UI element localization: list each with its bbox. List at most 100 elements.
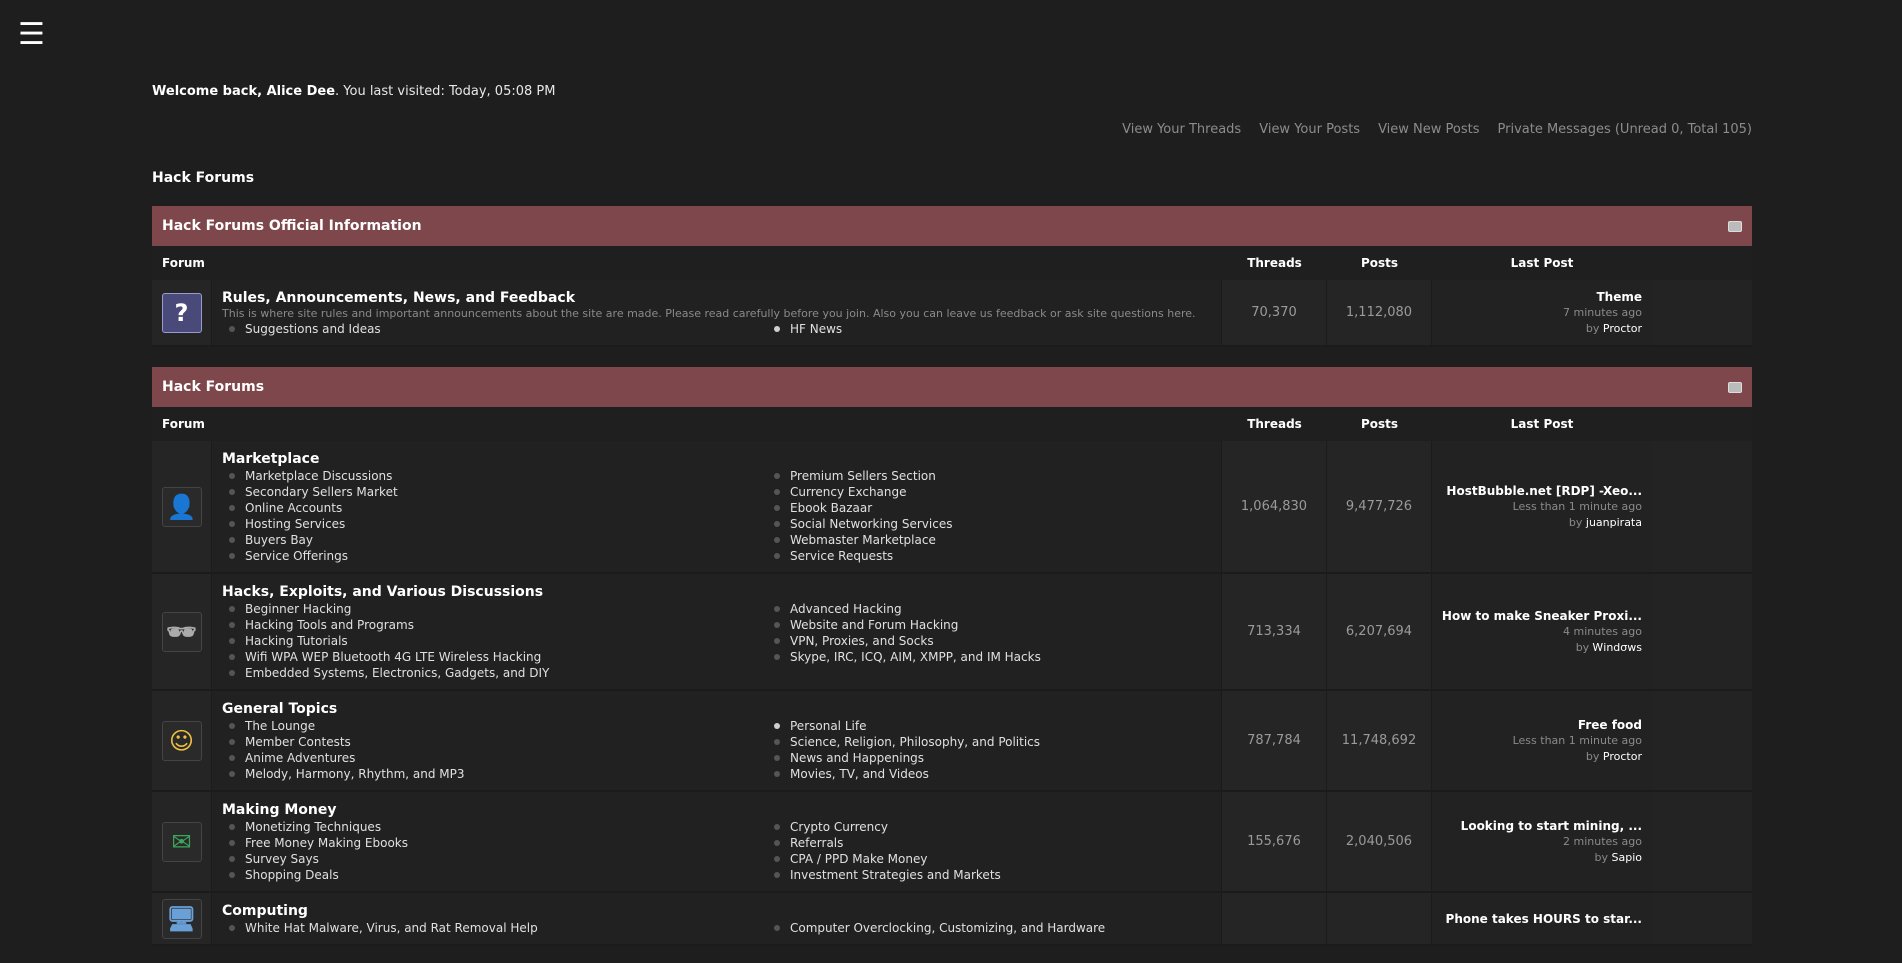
subforum-link[interactable]: Online Accounts [222, 500, 767, 516]
subforum-link[interactable]: White Hat Malware, Virus, and Rat Remova… [222, 920, 767, 936]
column-forum: Forum [162, 417, 205, 431]
forum-row: 🕶 Hacks, Exploits, and Various Discussion… [152, 574, 1752, 691]
subforum-link[interactable]: Embedded Systems, Electronics, Gadgets, … [222, 665, 767, 681]
thread-count: 1,064,830 [1222, 441, 1327, 572]
table-header-row: Forum Threads Posts Last Post [152, 407, 1752, 441]
forum-title[interactable]: General Topics [222, 701, 1211, 717]
subforum-link[interactable]: Service Requests [767, 548, 1212, 564]
last-post-title[interactable]: HostBubble.net [RDP] -Xeo... [1446, 483, 1642, 499]
breadcrumb[interactable]: Hack Forums [152, 170, 254, 186]
subforum-link[interactable]: Webmaster Marketplace [767, 532, 1212, 548]
forum-icon-cell: ? [152, 280, 212, 345]
subforum-link[interactable]: Website and Forum Hacking [767, 617, 1212, 633]
subforum-link[interactable]: The Lounge [222, 718, 767, 734]
subforum-link[interactable]: Advanced Hacking [767, 601, 1212, 617]
forum-icon-cell: 🖥 [152, 893, 212, 944]
last-post: HostBubble.net [RDP] -Xeo... Less than 1 … [1432, 441, 1652, 572]
column-last-post: Last Post [1510, 256, 1574, 270]
subforum-link[interactable]: Marketplace Discussions [222, 468, 767, 484]
forum-row: ☺ General Topics The Lounge Member Contests… [152, 691, 1752, 792]
last-post-username[interactable]: Sapio [1612, 851, 1643, 864]
forum-title[interactable]: Rules, Announcements, News, and Feedback [222, 290, 1211, 306]
forum-icon-cell: 👤 [152, 441, 212, 572]
subforum-link[interactable]: Skype, IRC, ICQ, AIM, XMPP, and IM Hacks [767, 649, 1212, 665]
subforum-link[interactable]: CPA / PPD Make Money [767, 851, 1212, 867]
last-post-username[interactable]: Proctor [1603, 750, 1642, 763]
category-header: Hack Forums Official Information [152, 206, 1752, 246]
forum-info: Marketplace Marketplace Discussions Second… [212, 441, 1222, 572]
view-your-threads-link[interactable]: View Your Threads [1122, 122, 1241, 137]
subforum-link[interactable]: Premium Sellers Section [767, 468, 1212, 484]
subforum-link[interactable]: Hacking Tools and Programs [222, 617, 767, 633]
welcome-greeting: Welcome back, Alice Dee [152, 84, 336, 99]
subforum-link[interactable]: Computer Overclocking, Customizing, and … [767, 920, 1212, 936]
view-new-posts-link[interactable]: View New Posts [1378, 122, 1479, 137]
collapse-icon[interactable] [1728, 381, 1742, 393]
subforum-link[interactable]: News and Happenings [767, 750, 1212, 766]
column-posts: Posts [1360, 256, 1399, 270]
post-count: 2,040,506 [1327, 792, 1432, 891]
subforum-link[interactable]: Hacking Tutorials [222, 633, 767, 649]
subforum-link[interactable]: Investment Strategies and Markets [767, 867, 1212, 883]
hamburger-icon[interactable]: ☰ [18, 20, 45, 50]
last-post: How to make Sneaker Proxi... 4 minutes ag… [1432, 574, 1652, 689]
subforum-link[interactable]: HF News [767, 321, 1212, 337]
last-post-title[interactable]: Looking to start mining, ... [1461, 818, 1642, 834]
subforum-link[interactable]: Science, Religion, Philosophy, and Polit… [767, 734, 1212, 750]
forum-row: ✉ Making Money Monetizing Techniques Free M… [152, 792, 1752, 893]
last-post-username[interactable]: Proctor [1603, 322, 1642, 335]
hacker-icon: 🕶 [161, 611, 202, 652]
last-post-author: by Proctor [1585, 749, 1642, 763]
collapse-icon[interactable] [1728, 220, 1742, 232]
subforum-link[interactable]: Social Networking Services [767, 516, 1212, 532]
subforum-list: Marketplace Discussions Secondary Sellers… [222, 468, 1211, 564]
subforum-link[interactable]: Buyers Bay [222, 532, 767, 548]
subforum-link[interactable]: Ebook Bazaar [767, 500, 1212, 516]
forum-title[interactable]: Hacks, Exploits, and Various Discussions [222, 584, 1211, 600]
column-last-post: Last Post [1510, 417, 1574, 431]
subforum-link[interactable]: Beginner Hacking [222, 601, 767, 617]
subforum-link[interactable]: Anime Adventures [222, 750, 767, 766]
subforum-link[interactable]: Crypto Currency [767, 819, 1212, 835]
last-post-author: by juanpirata [1568, 515, 1642, 529]
subforum-link[interactable]: Hosting Services [222, 516, 767, 532]
last-post-username[interactable]: Ꮃindσws [1593, 641, 1642, 654]
subforum-link[interactable]: Secondary Sellers Market [222, 484, 767, 500]
category-title[interactable]: Hack Forums Official Information [162, 218, 422, 234]
subforum-link[interactable]: Suggestions and Ideas [222, 321, 767, 337]
view-your-posts-link[interactable]: View Your Posts [1259, 122, 1360, 137]
subforum-link[interactable]: Survey Says [222, 851, 767, 867]
subforum-link[interactable]: Movies, TV, and Videos [767, 766, 1212, 782]
subforum-link[interactable]: Service Offerings [222, 548, 767, 564]
forum-title[interactable]: Marketplace [222, 451, 1211, 467]
last-post-title[interactable]: How to make Sneaker Proxi... [1442, 608, 1642, 624]
thread-count: 155,676 [1222, 792, 1327, 891]
last-post-author: by Ꮃindσws [1575, 640, 1642, 654]
private-messages-link[interactable]: Private Messages (Unread 0, Total 105) [1498, 122, 1752, 137]
last-post-time: Less than 1 minute ago [1512, 733, 1642, 747]
last-post-title[interactable]: Phone takes HOURS to star... [1446, 911, 1642, 927]
subforum-link[interactable]: Member Contests [222, 734, 767, 750]
post-count: 1,112,080 [1327, 280, 1432, 345]
forum-title[interactable]: Making Money [222, 802, 1211, 818]
subforum-link[interactable]: Free Money Making Ebooks [222, 835, 767, 851]
post-count [1327, 893, 1432, 944]
thread-count: 70,370 [1222, 280, 1327, 345]
forum-info: Making Money Monetizing Techniques Free Mo… [212, 792, 1222, 891]
last-post-title[interactable]: Free food [1578, 717, 1642, 733]
subforum-link[interactable]: Melody, Harmony, Rhythm, and MP3 [222, 766, 767, 782]
subforum-link[interactable]: Referrals [767, 835, 1212, 851]
category-title[interactable]: Hack Forums [162, 379, 264, 395]
column-threads: Threads [1247, 256, 1302, 270]
subforum-link[interactable]: Personal Life [767, 718, 1212, 734]
subforum-link[interactable]: Wifi WPA WEP Bluetooth 4G LTE Wireless H… [222, 649, 767, 665]
subforum-link[interactable]: Currency Exchange [767, 484, 1212, 500]
subforum-link[interactable]: VPN, Proxies, and Socks [767, 633, 1212, 649]
last-post-username[interactable]: juanpirata [1586, 516, 1642, 529]
subforum-link[interactable]: Monetizing Techniques [222, 819, 767, 835]
forum-title[interactable]: Computing [222, 903, 1211, 919]
subforum-link[interactable]: Shopping Deals [222, 867, 767, 883]
last-post-title[interactable]: Theme [1596, 289, 1642, 305]
forum-info: General Topics The Lounge Member Contests A… [212, 691, 1222, 790]
subforum-list: White Hat Malware, Virus, and Rat Remova… [222, 920, 1211, 936]
